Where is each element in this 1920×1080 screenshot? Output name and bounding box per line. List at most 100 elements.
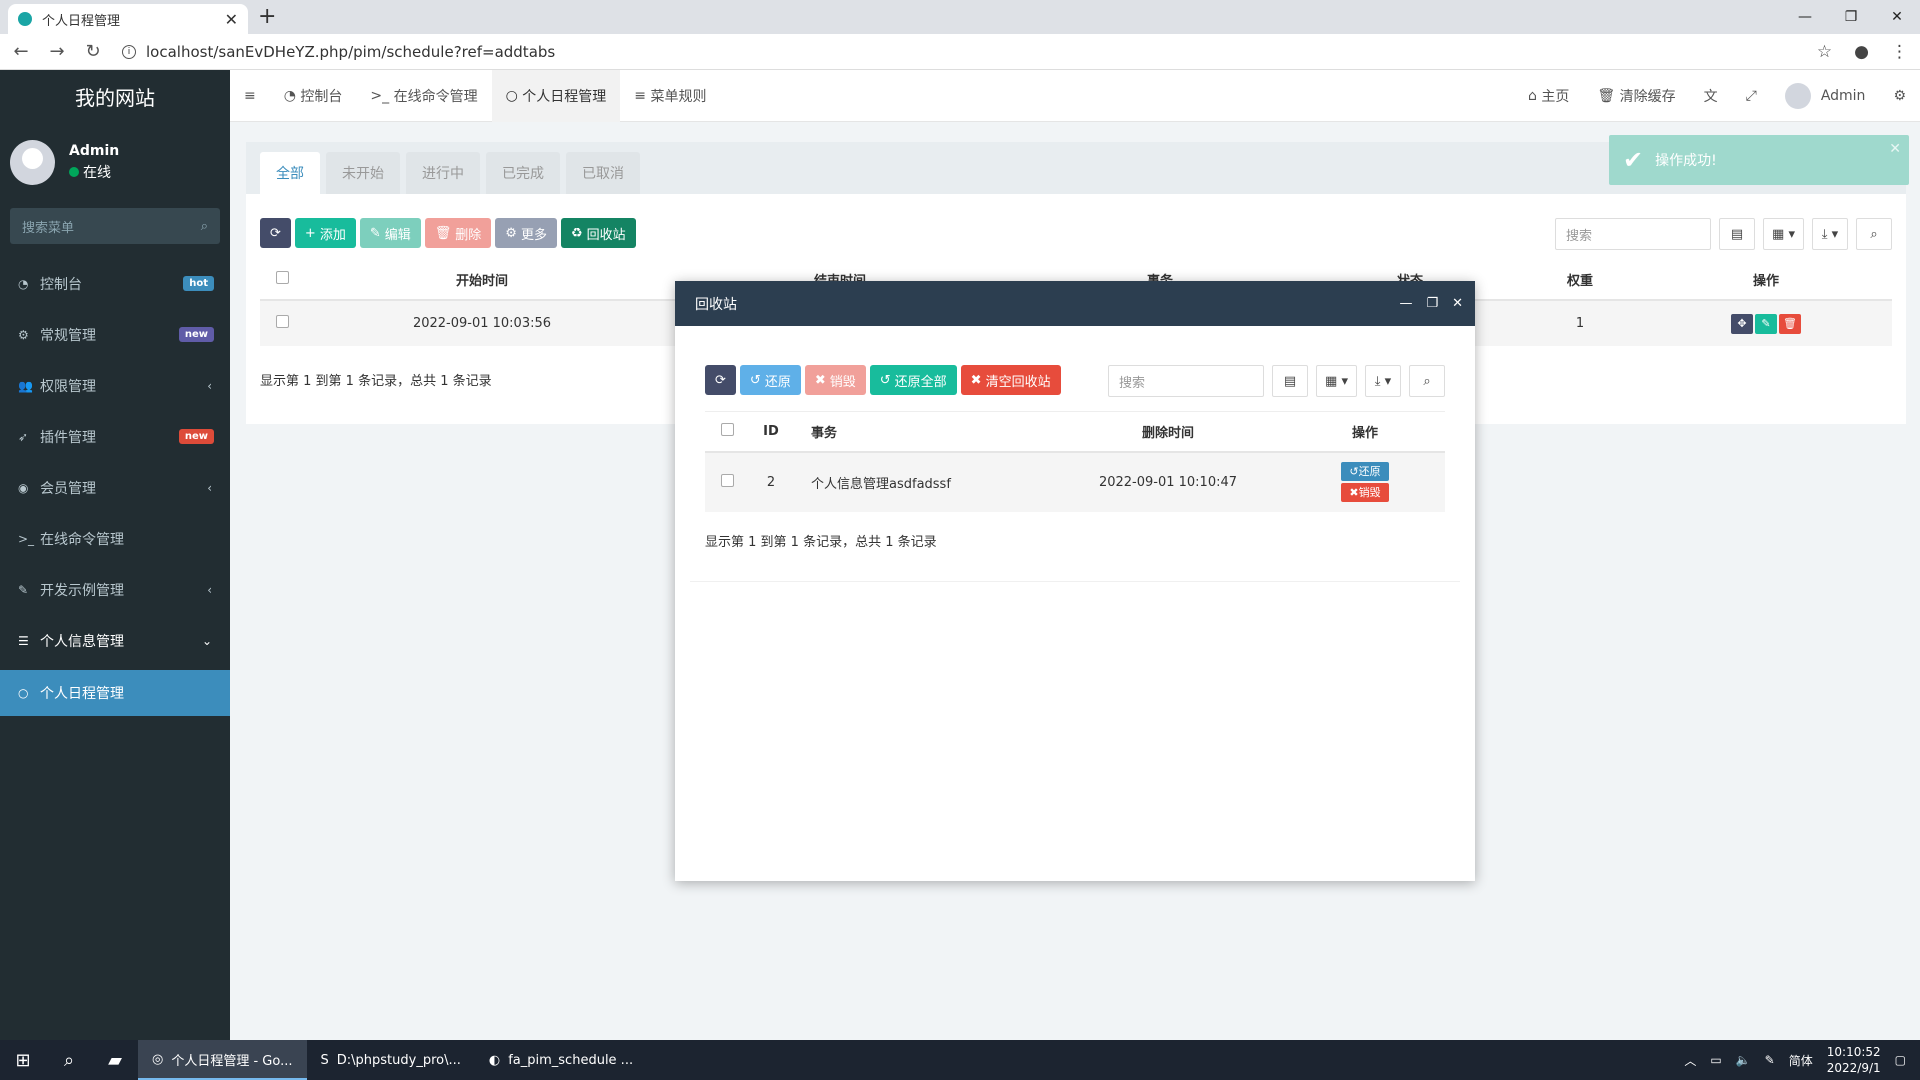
tab-schedule[interactable]: ○ 个人日程管理: [491, 69, 621, 122]
columns-dropdown-icon[interactable]: ▦ ▾: [1763, 218, 1804, 250]
row-destroy-button[interactable]: ✖销毁: [1341, 483, 1389, 502]
ime-indicator[interactable]: 简体: [1789, 1052, 1813, 1069]
sidebar-toggle-icon[interactable]: ≡: [230, 70, 270, 122]
close-window-icon[interactable]: ✕: [1874, 0, 1920, 34]
volume-icon[interactable]: 🔈: [1736, 1053, 1751, 1067]
column-header-deleted-at[interactable]: 删除时间: [1051, 411, 1285, 453]
clear-cache-button[interactable]: 🗑 清除缓存: [1583, 70, 1689, 122]
maximize-icon[interactable]: ❐: [1426, 296, 1438, 311]
forward-icon[interactable]: →: [42, 41, 72, 62]
home-link[interactable]: ⌂ 主页: [1514, 70, 1583, 122]
recycle-bin-button[interactable]: ♻ 回收站: [560, 218, 636, 248]
menu-search-input[interactable]: 搜索菜单 ⌕: [10, 208, 220, 244]
sidebar-item-addons[interactable]: ➶ 插件管理 new: [0, 411, 230, 462]
pen-icon[interactable]: ✎: [1765, 1053, 1775, 1067]
tab-dashboard[interactable]: ◔ 控制台: [270, 70, 357, 122]
clock[interactable]: 10:10:52 2022/9/1: [1827, 1044, 1881, 1076]
new-tab-button[interactable]: +: [258, 4, 276, 29]
export-dropdown-icon[interactable]: ⤓ ▾: [1365, 365, 1401, 397]
delete-row-icon[interactable]: 🗑: [1779, 313, 1801, 334]
bookmark-star-icon[interactable]: ☆: [1817, 42, 1832, 62]
minimize-icon[interactable]: —: [1399, 296, 1412, 311]
restore-button[interactable]: ↺ 还原: [739, 365, 801, 395]
more-button[interactable]: ⚙ 更多: [495, 218, 557, 248]
site-info-icon[interactable]: i: [122, 44, 136, 59]
tab-menu-rules[interactable]: ≡ 菜单规则: [620, 70, 720, 122]
row-restore-button[interactable]: ↺还原: [1341, 462, 1389, 481]
taskbar-item-chrome[interactable]: ◎ 个人日程管理 - Go...: [138, 1040, 307, 1080]
column-header-weight[interactable]: 权重: [1520, 260, 1640, 301]
chevron-up-icon[interactable]: ︿: [1684, 1052, 1696, 1069]
url-field[interactable]: i localhost/sanEvDHeYZ.php/pim/schedule?…: [122, 43, 555, 61]
windows-start-icon[interactable]: ⊞: [0, 1050, 46, 1071]
toggle-view-icon[interactable]: ▤: [1719, 218, 1756, 250]
browser-tab[interactable]: 个人日程管理 ✕: [8, 4, 248, 34]
fullscreen-icon[interactable]: ⤢: [1732, 70, 1771, 122]
filter-tab-in-progress[interactable]: 进行中: [406, 152, 480, 194]
search-icon[interactable]: ⌕: [1856, 218, 1892, 250]
restore-all-label: 还原全部: [894, 374, 947, 390]
profile-icon[interactable]: ●: [1854, 42, 1869, 62]
minimize-icon[interactable]: —: [1782, 0, 1828, 34]
language-icon[interactable]: 文: [1690, 70, 1732, 122]
toggle-view-icon[interactable]: ▤: [1272, 365, 1309, 397]
restore-icon[interactable]: ❐: [1828, 0, 1874, 34]
row-checkbox[interactable]: [720, 473, 734, 487]
row-checkbox[interactable]: [275, 315, 289, 328]
edit-button[interactable]: ✎ 编辑: [359, 218, 421, 248]
delete-button[interactable]: 🗑 删除: [424, 218, 492, 248]
filter-tab-not-started[interactable]: 未开始: [326, 152, 400, 194]
sidebar-item-pim[interactable]: ☰ 个人信息管理 ⌄: [0, 615, 230, 666]
drag-sort-icon[interactable]: ✥: [1731, 313, 1753, 334]
network-icon[interactable]: ▭: [1710, 1053, 1721, 1067]
settings-icon[interactable]: ⚙: [1879, 70, 1920, 122]
sidebar-item-command[interactable]: >_ 在线命令管理: [0, 513, 230, 564]
filter-tab-cancelled[interactable]: 已取消: [566, 152, 640, 194]
destroy-button[interactable]: ✖ 销毁: [804, 365, 866, 395]
refresh-button[interactable]: ⟳: [260, 218, 291, 248]
search-icon[interactable]: ⌕: [201, 219, 208, 234]
restore-all-button[interactable]: ↺ 还原全部: [869, 365, 957, 395]
group-icon: 👥: [18, 378, 33, 393]
filter-tab-completed[interactable]: 已完成: [486, 152, 560, 194]
admin-menu[interactable]: Admin: [1771, 70, 1880, 122]
filter-tab-all[interactable]: 全部: [260, 152, 320, 194]
sidebar-item-auth[interactable]: 👥 权限管理 ‹: [0, 360, 230, 411]
taskbar-item-database[interactable]: ◐ fa_pim_schedule ...: [475, 1040, 647, 1080]
columns-dropdown-icon[interactable]: ▦ ▾: [1316, 365, 1357, 397]
back-icon[interactable]: ←: [6, 41, 36, 62]
search-icon[interactable]: ⌕: [46, 1050, 92, 1071]
refresh-button[interactable]: ⟳: [705, 365, 736, 395]
close-icon[interactable]: ✕: [1452, 296, 1463, 311]
browser-menu-icon[interactable]: ⋮: [1891, 42, 1908, 62]
close-icon[interactable]: ✕: [1889, 141, 1901, 157]
table-tools-right: 搜索 ▤ ▦ ▾ ⤓ ▾ ⌕: [1555, 218, 1892, 250]
table-row[interactable]: 2 个人信息管理asdfadssf 2022-09-01 10:10:47 ↺还…: [705, 451, 1445, 512]
sidebar-item-schedule[interactable]: ○ 个人日程管理: [0, 670, 230, 716]
sidebar-item-examples[interactable]: ✎ 开发示例管理 ‹: [0, 564, 230, 615]
column-header-id[interactable]: ID: [749, 411, 793, 453]
modal-search-input[interactable]: 搜索: [1108, 365, 1265, 397]
site-logo[interactable]: 我的网站: [0, 70, 230, 122]
table-search-input[interactable]: 搜索: [1555, 218, 1712, 250]
select-all-checkbox[interactable]: [275, 271, 289, 284]
close-tab-icon[interactable]: ✕: [225, 10, 238, 29]
tab-command[interactable]: >_ 在线命令管理: [356, 70, 491, 122]
circle-icon: ○: [505, 87, 523, 104]
sidebar-item-general[interactable]: ⚙ 常规管理 new: [0, 309, 230, 360]
export-dropdown-icon[interactable]: ⤓ ▾: [1812, 218, 1848, 250]
taskbar-item-editor[interactable]: S D:\phpstudy_pro\...: [307, 1040, 475, 1080]
select-all-checkbox[interactable]: [720, 422, 734, 436]
sidebar: 我的网站 Admin 在线 搜索菜单 ⌕ ◔ 控制台 hot ⚙ 常规管理 ne…: [0, 70, 230, 1040]
edit-row-icon[interactable]: ✎: [1755, 313, 1777, 334]
clear-recycle-button[interactable]: ✖ 清空回收站: [960, 365, 1061, 395]
notification-icon[interactable]: ▢: [1895, 1053, 1906, 1067]
add-button[interactable]: + 添加: [294, 218, 356, 248]
column-header-start[interactable]: 开始时间: [304, 260, 660, 301]
column-header-task[interactable]: 事务: [793, 411, 1051, 453]
sidebar-item-members[interactable]: ◉ 会员管理 ‹: [0, 462, 230, 513]
sidebar-item-dashboard[interactable]: ◔ 控制台 hot: [0, 258, 230, 309]
file-explorer-icon[interactable]: ▰: [92, 1050, 138, 1071]
search-icon[interactable]: ⌕: [1409, 365, 1445, 397]
reload-icon[interactable]: ↻: [78, 41, 108, 62]
